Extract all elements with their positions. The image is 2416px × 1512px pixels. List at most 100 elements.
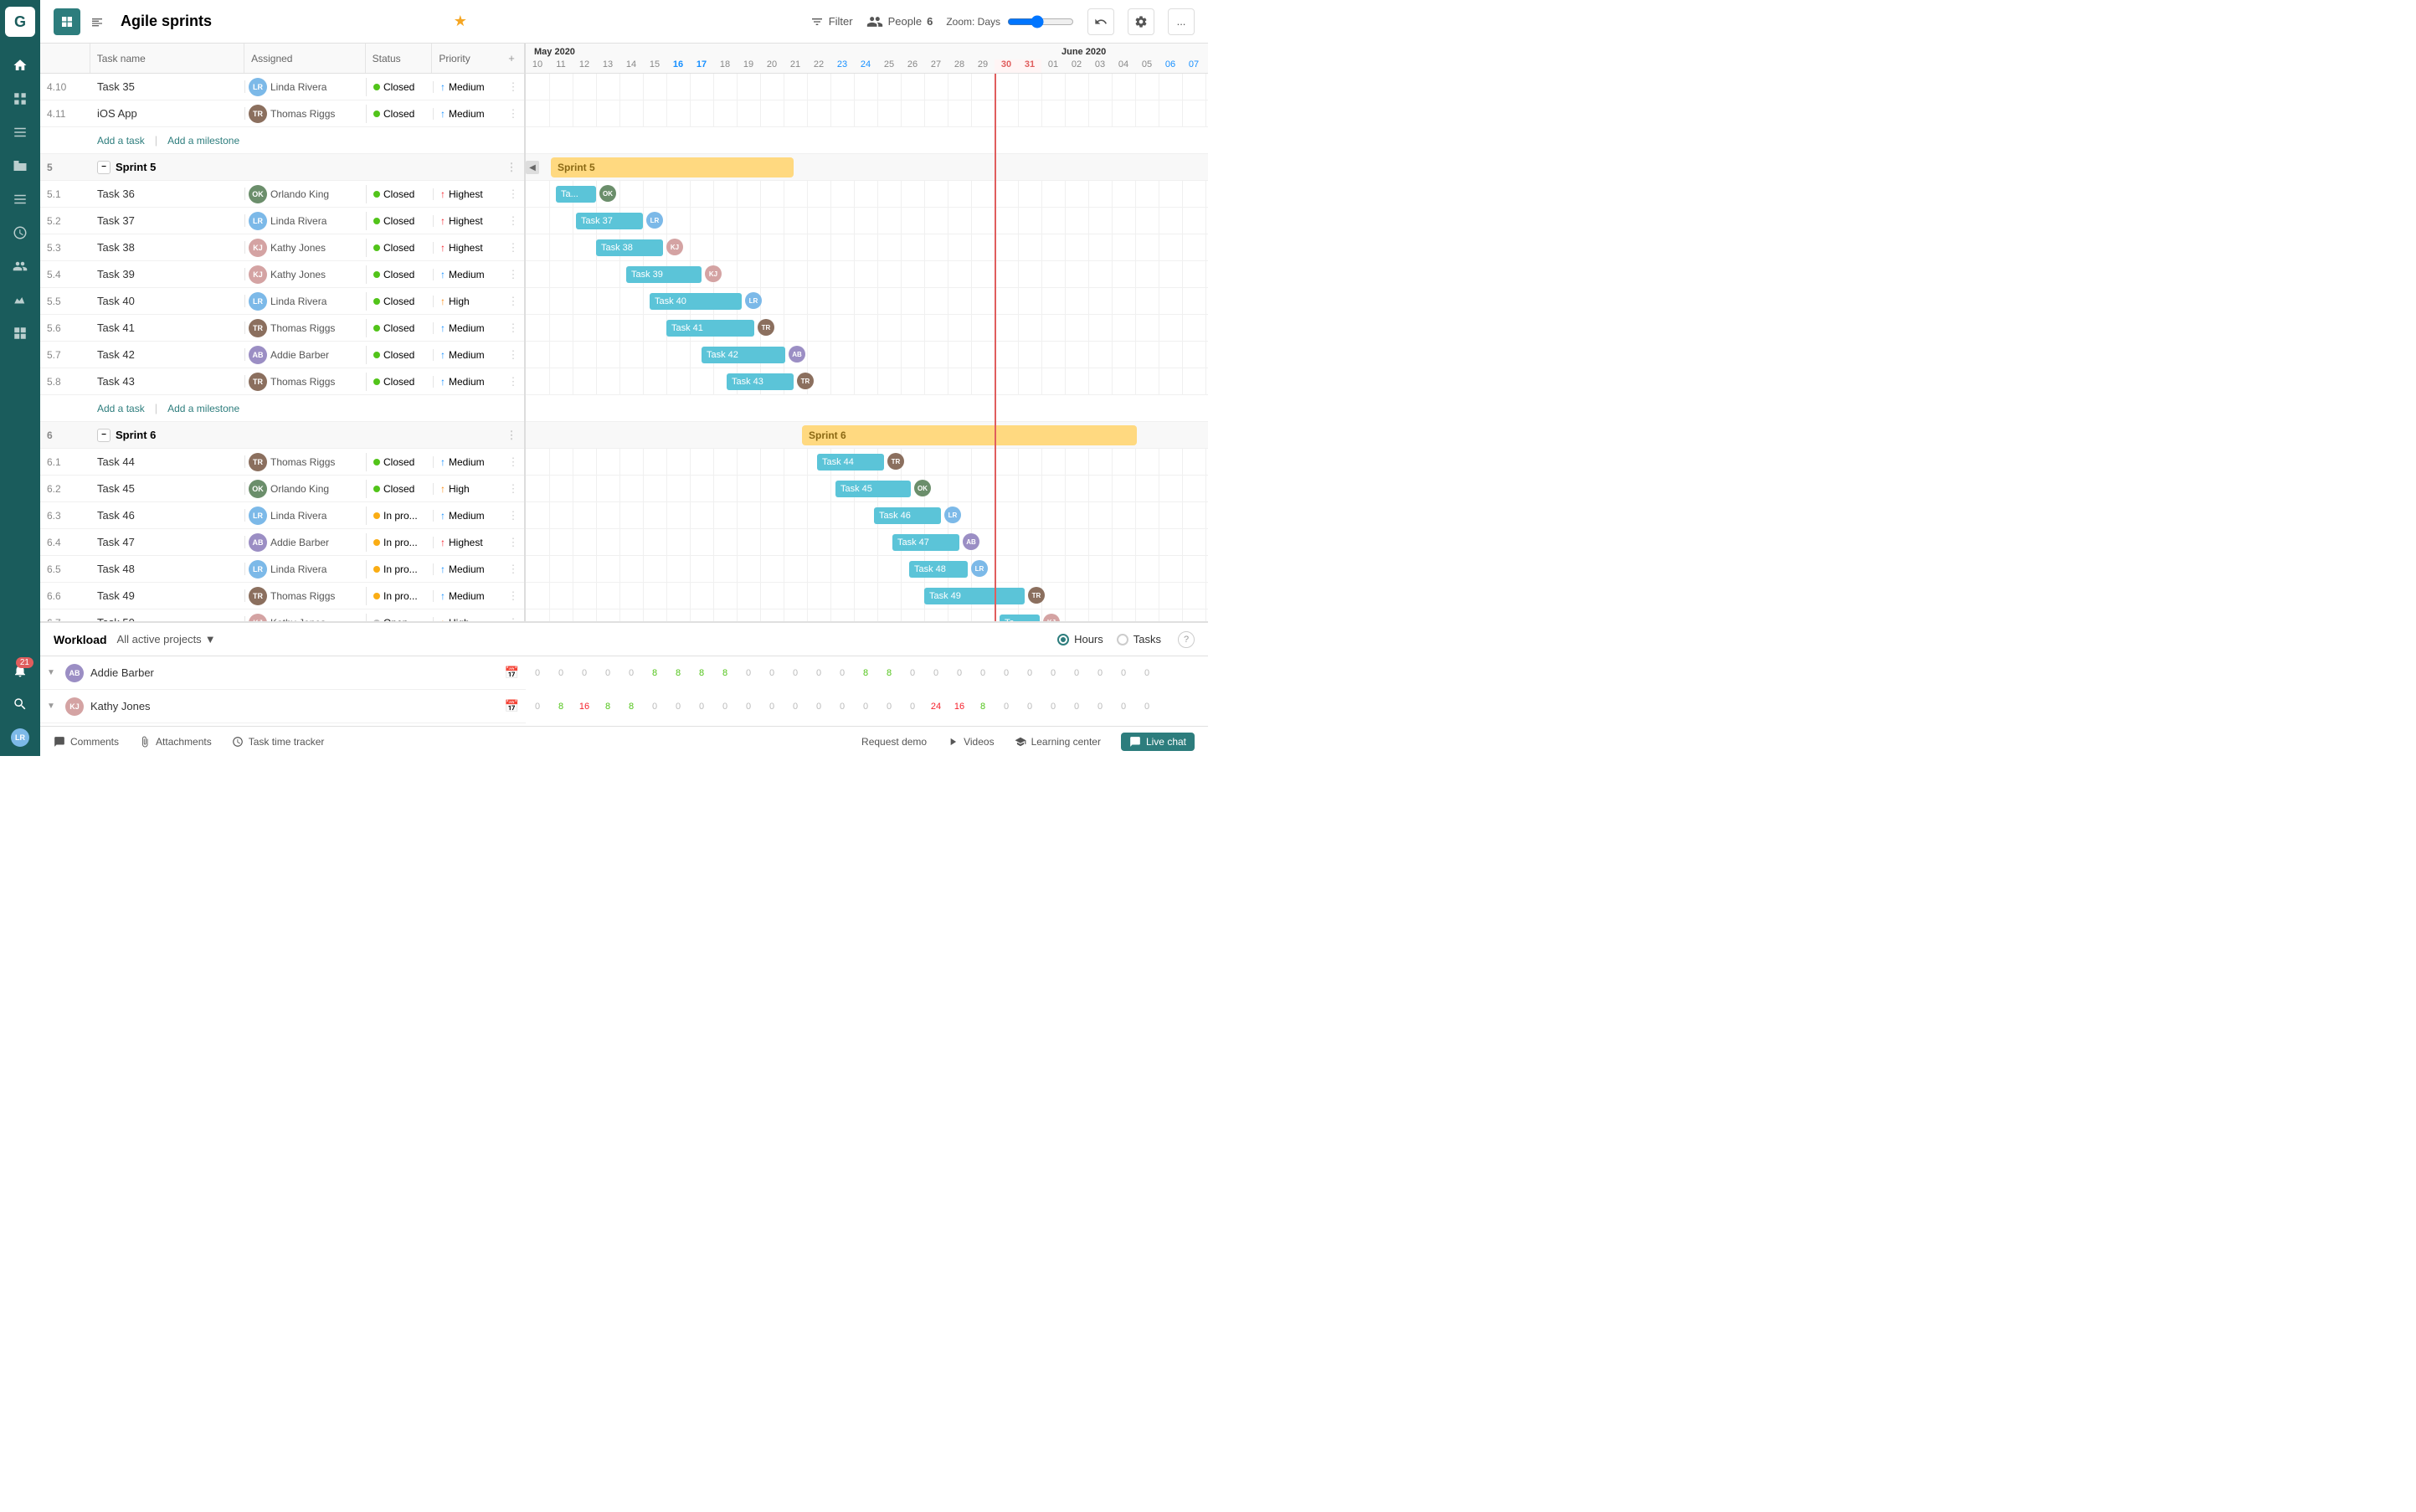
chart-row: Task 40 LR xyxy=(526,288,1208,315)
sidebar-user[interactable]: LR xyxy=(5,723,35,753)
chart-row: Task 41 TR xyxy=(526,315,1208,342)
task-bar-41[interactable]: Task 41 xyxy=(666,320,754,337)
avatar: LR xyxy=(249,212,267,230)
sidebar-item-home[interactable] xyxy=(5,50,35,80)
chart-row xyxy=(526,74,1208,100)
add-task-link[interactable]: Add a task xyxy=(97,135,145,147)
chart-row xyxy=(526,100,1208,127)
task-bar-39[interactable]: Task 39 xyxy=(626,266,702,283)
avatar: KJ xyxy=(1043,614,1060,621)
sprint-5-expand[interactable]: − xyxy=(97,161,111,174)
workload-expand-kathy[interactable]: ▼ xyxy=(47,702,59,711)
undo-button[interactable] xyxy=(1087,8,1114,35)
table-row: 6.4 Task 47 AB Addie Barber In pro... ↑ xyxy=(40,529,524,556)
sidebar-item-list[interactable] xyxy=(5,184,35,214)
avatar: TR xyxy=(1028,587,1045,604)
avatar: KJ xyxy=(249,265,267,284)
sidebar-item-board[interactable] xyxy=(5,84,35,114)
project-title[interactable]: Agile sprints xyxy=(121,13,444,30)
workload-section: Workload All active projects ▼ Hours Tas… xyxy=(40,621,1208,726)
favorite-star[interactable]: ★ xyxy=(454,13,467,30)
calendar-icon-kathy[interactable]: 📅 xyxy=(505,699,519,713)
timeline-view-button[interactable] xyxy=(84,8,111,35)
task-bar-42[interactable]: Task 42 xyxy=(702,347,785,363)
sprint-5-bar[interactable]: Sprint 5 xyxy=(551,157,794,177)
task-bar-50[interactable]: Ta... xyxy=(1000,615,1040,621)
calendar-icon-addie[interactable]: 📅 xyxy=(505,666,519,680)
sidebar-item-grid[interactable] xyxy=(5,318,35,348)
chart-row: Task 47 AB xyxy=(526,529,1208,556)
avatar: LR xyxy=(249,78,267,96)
workload-expand-addie[interactable]: ▼ xyxy=(47,668,59,677)
task-bar-45[interactable]: Task 45 xyxy=(835,481,911,497)
task-bar-49[interactable]: Task 49 xyxy=(924,588,1025,604)
table-row: 5.4 Task 39 KJ Kathy Jones Closed ↑ Me xyxy=(40,261,524,288)
filter-button[interactable]: Filter xyxy=(810,15,853,28)
gantt-container: Task name Assigned Status Priority + xyxy=(40,44,1208,621)
assigned-header: Assigned xyxy=(244,44,366,73)
videos-button[interactable]: Videos xyxy=(947,736,994,748)
zoom-slider[interactable] xyxy=(1007,15,1074,28)
app-logo[interactable]: G xyxy=(5,7,35,37)
avatar: OK xyxy=(249,480,267,498)
table-row: 5.3 Task 38 KJ Kathy Jones Closed ↑ Hi xyxy=(40,234,524,261)
comments-button[interactable]: Comments xyxy=(54,736,119,748)
table-row: 5.8 Task 43 TR Thomas Riggs Closed ↑ M xyxy=(40,368,524,395)
task-bar-48[interactable]: Task 48 xyxy=(909,561,968,578)
avatar: AB xyxy=(249,346,267,364)
avatar: OK xyxy=(249,185,267,203)
workload-help-button[interactable]: ? xyxy=(1178,631,1195,648)
sprint-6-expand[interactable]: − xyxy=(97,429,111,442)
sidebar-item-people[interactable] xyxy=(5,251,35,281)
chart-row: Ta... OK xyxy=(526,181,1208,208)
task-list-panel: 4.10 Task 35 LR Linda Rivera Closed ↑ xyxy=(40,74,526,621)
add-column-button[interactable]: + xyxy=(499,44,524,73)
kathy-name: Kathy Jones xyxy=(90,700,151,712)
workload-person-kathy: ▼ KJ Kathy Jones 📅 xyxy=(40,690,526,723)
settings-button[interactable] xyxy=(1128,8,1154,35)
hours-option[interactable]: Hours xyxy=(1057,633,1103,645)
chart-sprint6-group: Sprint 6 xyxy=(526,422,1208,449)
learning-center-button[interactable]: Learning center xyxy=(1015,736,1101,748)
add-milestone-link[interactable]: Add a milestone xyxy=(167,135,239,147)
time-tracker-button[interactable]: Task time tracker xyxy=(232,736,325,748)
sidebar-item-clock[interactable] xyxy=(5,218,35,248)
status-header: Status xyxy=(366,44,433,73)
bottom-bar: Comments Attachments Task time tracker R… xyxy=(40,726,1208,756)
people-button[interactable]: People 6 xyxy=(866,13,933,30)
live-chat-button[interactable]: Live chat xyxy=(1121,733,1195,751)
app-header: Agile sprints ★ Filter People 6 Zoom: Da… xyxy=(40,0,1208,44)
attachments-button[interactable]: Attachments xyxy=(139,736,212,748)
task-bar-40[interactable]: Task 40 xyxy=(650,293,742,310)
avatar: TR xyxy=(249,587,267,605)
task-bar-46[interactable]: Task 46 xyxy=(874,507,941,524)
add-task-sprint5-link[interactable]: Add a task xyxy=(97,403,145,414)
chart-add-sprint5 xyxy=(526,395,1208,422)
task-bar-47[interactable]: Task 47 xyxy=(892,534,959,551)
sidebar-notifications[interactable]: 21 xyxy=(5,656,35,689)
task-bar-36[interactable]: Ta... xyxy=(556,186,596,203)
request-demo-button[interactable]: Request demo xyxy=(861,736,927,748)
add-milestone-sprint5-link[interactable]: Add a milestone xyxy=(167,403,239,414)
tasks-option[interactable]: Tasks xyxy=(1117,633,1161,645)
zoom-control[interactable]: Zoom: Days xyxy=(946,15,1074,28)
workload-project-filter[interactable]: All active projects ▼ xyxy=(117,633,216,645)
avatar: AB xyxy=(789,346,805,363)
avatar: TR xyxy=(887,453,904,470)
header-actions: Filter People 6 Zoom: Days xyxy=(810,8,1195,35)
task-name-header: Task name xyxy=(90,44,244,73)
grid-view-button[interactable] xyxy=(54,8,80,35)
chart-row: Task 38 KJ xyxy=(526,234,1208,261)
sidebar-search[interactable] xyxy=(5,689,35,719)
task-bar-38[interactable]: Task 38 xyxy=(596,239,663,256)
task-bar-43[interactable]: Task 43 xyxy=(727,373,794,390)
sidebar-item-folder[interactable] xyxy=(5,151,35,181)
table-row: 5.7 Task 42 AB Addie Barber Closed ↑ M xyxy=(40,342,524,368)
avatar: LR xyxy=(646,212,663,229)
sidebar-item-menu[interactable] xyxy=(5,117,35,147)
sprint-6-bar[interactable]: Sprint 6 xyxy=(802,425,1137,445)
more-button[interactable]: ... xyxy=(1168,8,1195,35)
task-bar-44[interactable]: Task 44 xyxy=(817,454,884,471)
sidebar-item-analytics[interactable] xyxy=(5,285,35,315)
task-bar-37[interactable]: Task 37 xyxy=(576,213,643,229)
